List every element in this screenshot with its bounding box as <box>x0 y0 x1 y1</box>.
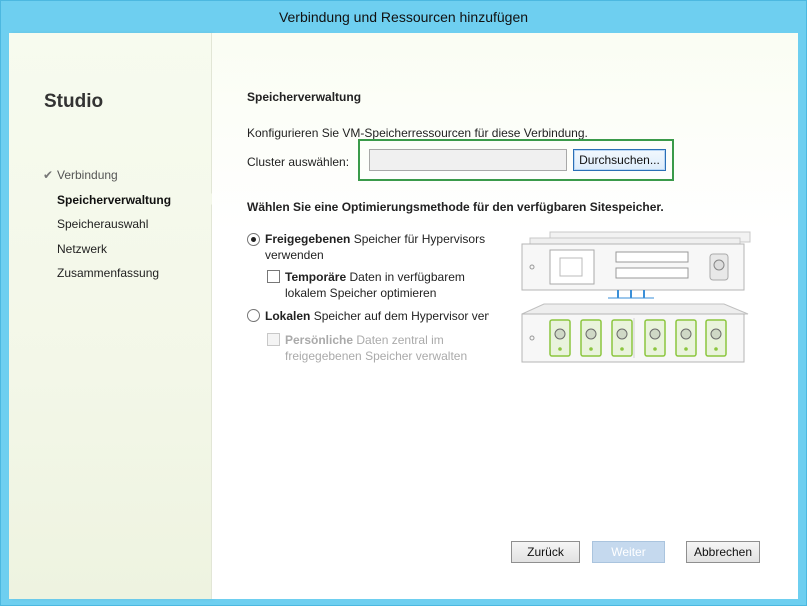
next-button[interactable]: Weiter <box>592 541 665 563</box>
step-label: Speicherauswahl <box>57 217 149 231</box>
shared-storage-label[interactable]: Freigegebenen Speicher für Hypervisors v… <box>265 231 485 263</box>
server-panel <box>549 249 595 285</box>
step-label: Netzwerk <box>57 241 108 256</box>
step-label: Speicherverwaltung <box>57 192 172 207</box>
step-label: Verbindung <box>57 168 118 182</box>
main-panel: Speicherverwaltung Konfigurieren Sie VM-… <box>212 33 798 599</box>
temp-data-checkbox[interactable] <box>267 270 280 283</box>
page-description: Konfigurieren Sie VM-Speicherressourcen … <box>247 126 588 140</box>
step-label: Zusammenfassung <box>57 266 160 280</box>
temp-data-text: Daten in verfügbarem <box>346 270 465 284</box>
array-top <box>521 303 749 315</box>
drive-disk <box>649 328 661 340</box>
drive-led <box>589 347 593 351</box>
window-title: Verbindung und Ressourcen hinzufügen <box>1 1 806 33</box>
dialog-window: Verbindung und Ressourcen hinzufügen Stu… <box>0 0 807 606</box>
personal-data-text-2: freigegebenen Speicher verwalten <box>285 349 468 363</box>
step-speicherverwaltung[interactable]: Speicherverwaltung <box>43 192 171 217</box>
shared-storage-text: Speicher für Hypervisors <box>350 232 486 246</box>
app-name: Studio <box>44 91 104 112</box>
cancel-button[interactable]: Abbrechen <box>686 541 760 563</box>
drive-disk <box>616 328 628 340</box>
personal-data-bold: Persönliche <box>285 333 354 347</box>
drive-disk <box>554 328 566 340</box>
shared-storage-text-2: verwenden <box>265 248 324 262</box>
temp-data-label[interactable]: Temporäre Daten in verfügbarem lokalem S… <box>285 269 465 301</box>
drive-led <box>653 347 657 351</box>
temp-data-bold: Temporäre <box>285 270 347 284</box>
wizard-steps: ✔ Verbindung Speicherverwaltung Speichera… <box>43 167 171 290</box>
shared-storage-radio[interactable] <box>247 233 260 246</box>
drive-led <box>714 347 718 351</box>
local-storage-label[interactable]: Lokalen Speicher auf dem Hypervisor verw… <box>265 308 489 324</box>
storage-illustration <box>521 231 751 363</box>
drive-disk <box>585 328 597 340</box>
browse-button[interactable]: Durchsuchen... <box>573 149 666 171</box>
server-drive-bay-2 <box>615 267 689 279</box>
cluster-input[interactable] <box>369 149 567 171</box>
step-zusammenfassung[interactable]: Zusammenfassung <box>43 265 171 290</box>
page-title: Speicherverwaltung <box>247 90 362 104</box>
drive-led <box>558 347 562 351</box>
personal-data-label: Persönliche Daten zentral im freigegeben… <box>285 332 467 364</box>
drive-disk <box>680 328 692 340</box>
checkmark-icon: ✔ <box>43 168 54 182</box>
shared-storage-bold: Freigegebenen <box>265 232 351 246</box>
temp-data-text-2: lokalem Speicher optimieren <box>285 286 437 300</box>
optimization-heading: Wählen Sie eine Optimierungsmethode für … <box>247 200 664 214</box>
drive-led <box>684 347 688 351</box>
server-disk-platter <box>713 259 725 271</box>
step-speicherauswahl[interactable]: Speicherauswahl <box>43 216 171 241</box>
step-verbindung[interactable]: ✔ Verbindung <box>43 167 171 192</box>
personal-data-text: Daten zentral im <box>353 333 444 347</box>
wizard-sidebar: Studio ✔ Verbindung Speicherverwaltung Sp… <box>9 33 212 599</box>
local-storage-bold: Lokalen <box>265 309 311 323</box>
back-button[interactable]: Zurück <box>511 541 580 563</box>
dialog-client-area: Studio ✔ Verbindung Speicherverwaltung Sp… <box>9 33 798 599</box>
drive-disk <box>710 328 722 340</box>
local-storage-text: Speicher auf dem Hypervisor verwenden <box>313 309 489 323</box>
personal-data-checkbox <box>267 333 280 346</box>
server-drive-bay <box>615 251 689 263</box>
cluster-label: Cluster auswählen: <box>247 155 350 169</box>
step-netzwerk[interactable]: Netzwerk <box>43 241 171 266</box>
local-storage-radio[interactable] <box>247 309 260 322</box>
drive-led <box>620 347 624 351</box>
